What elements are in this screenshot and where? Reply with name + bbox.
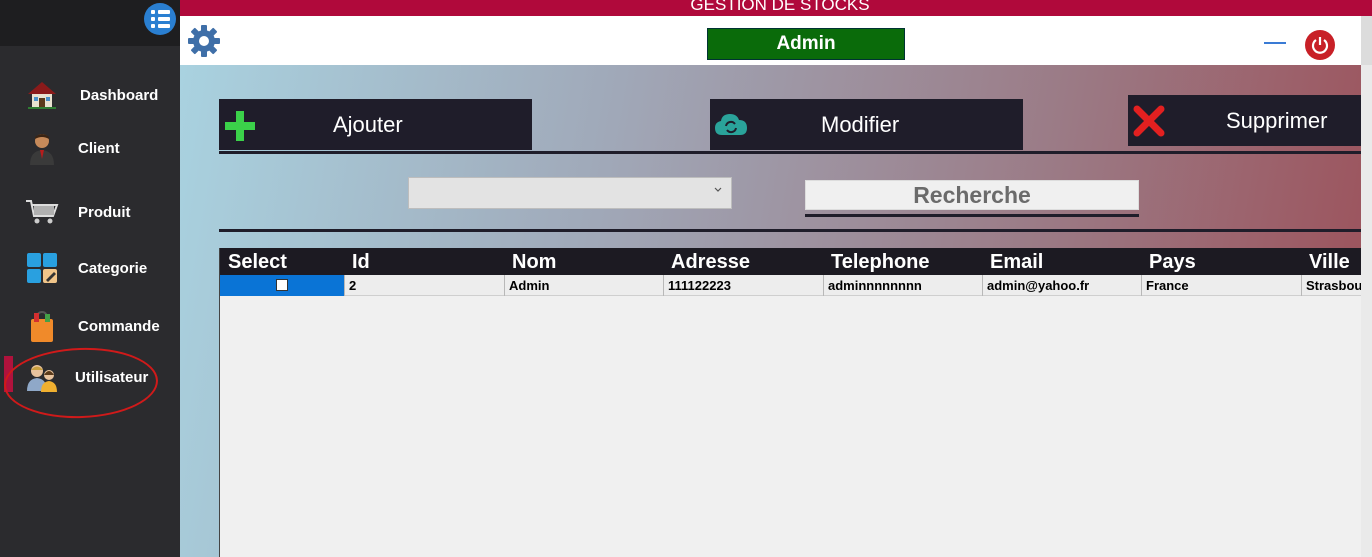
sidebar-item-client[interactable]: Client — [0, 126, 180, 170]
delete-label: Supprimer — [1226, 107, 1328, 133]
cell-id: 2 — [344, 275, 504, 296]
cell-ville: Strasbourg — [1301, 275, 1362, 296]
cell-email: admin@yahoo.fr — [982, 275, 1141, 296]
column-header-id[interactable]: Id — [344, 248, 504, 275]
filter-select[interactable] — [408, 177, 732, 209]
cell-nom: Admin — [504, 275, 663, 296]
app-title: GESTION DE STOCKS — [690, 0, 870, 14]
column-header-ville[interactable]: Ville — [1301, 248, 1362, 275]
scrollbar-track — [1361, 65, 1372, 557]
header-bar: Admin — [180, 16, 1361, 65]
list-menu-icon[interactable] — [144, 3, 176, 35]
red-x-icon — [1133, 105, 1165, 143]
tiles-icon — [24, 250, 60, 286]
plus-icon — [224, 110, 256, 148]
sidebar-item-label: Categorie — [78, 259, 148, 277]
column-header-select[interactable]: Select — [220, 248, 344, 275]
shopping-bag-icon — [24, 308, 60, 344]
sidebar-item-label: Commande — [78, 317, 160, 335]
cell-telephone: adminnnnnnnn — [823, 275, 982, 296]
cell-pays: France — [1141, 275, 1301, 296]
table-row[interactable]: 2 Admin 111122223 adminnnnnnnn admin@yah… — [220, 275, 1362, 296]
sidebar-item-dashboard[interactable]: Dashboard — [0, 73, 180, 117]
users-table: Select Id Nom Adresse Telephone Email Pa… — [219, 248, 1362, 557]
sidebar-item-commande[interactable]: Commande — [0, 304, 180, 348]
sidebar: Dashboard Client Produit Categorie Comma — [0, 0, 180, 557]
row-checkbox[interactable] — [276, 279, 288, 291]
chevron-down-icon — [714, 187, 722, 192]
user-badge: Admin — [707, 28, 905, 60]
delete-button[interactable]: Supprimer — [1128, 95, 1361, 146]
title-bar: GESTION DE STOCKS — [180, 0, 1372, 16]
house-icon — [24, 77, 60, 113]
cloud-refresh-icon — [714, 111, 748, 143]
edit-button[interactable]: Modifier — [710, 99, 1023, 150]
sidebar-item-label: Produit — [78, 203, 131, 221]
app-window: Dashboard Client Produit Categorie Comma — [0, 0, 1372, 557]
table-header: Select Id Nom Adresse Telephone Email Pa… — [220, 248, 1362, 275]
sidebar-item-categorie[interactable]: Categorie — [0, 246, 180, 290]
minimize-icon[interactable] — [1264, 42, 1286, 44]
scrollbar-track — [1361, 16, 1372, 65]
sidebar-item-label: Client — [78, 139, 120, 157]
sidebar-item-label: Dashboard — [80, 86, 159, 104]
add-label: Ajouter — [333, 111, 403, 137]
column-header-pays[interactable]: Pays — [1141, 248, 1301, 275]
toolbar-divider — [219, 151, 1361, 154]
column-header-email[interactable]: Email — [982, 248, 1141, 275]
column-header-telephone[interactable]: Telephone — [823, 248, 982, 275]
row-select-cell[interactable] — [220, 275, 344, 296]
power-icon[interactable] — [1305, 30, 1335, 60]
sidebar-header — [0, 0, 180, 46]
edit-label: Modifier — [821, 111, 900, 137]
column-header-nom[interactable]: Nom — [504, 248, 663, 275]
businessman-icon — [24, 130, 60, 166]
filter-divider — [219, 229, 1361, 232]
column-header-adresse[interactable]: Adresse — [663, 248, 823, 275]
search-button[interactable]: Recherche — [805, 180, 1139, 210]
gear-icon[interactable] — [187, 24, 221, 58]
shopping-cart-icon — [24, 194, 60, 230]
cell-adresse: 111122223 — [663, 275, 823, 296]
search-underline — [805, 214, 1139, 217]
sidebar-item-produit[interactable]: Produit — [0, 190, 180, 234]
main-content: Ajouter Modifier Supprimer Recherche Sel… — [180, 65, 1362, 557]
add-button[interactable]: Ajouter — [219, 99, 532, 150]
